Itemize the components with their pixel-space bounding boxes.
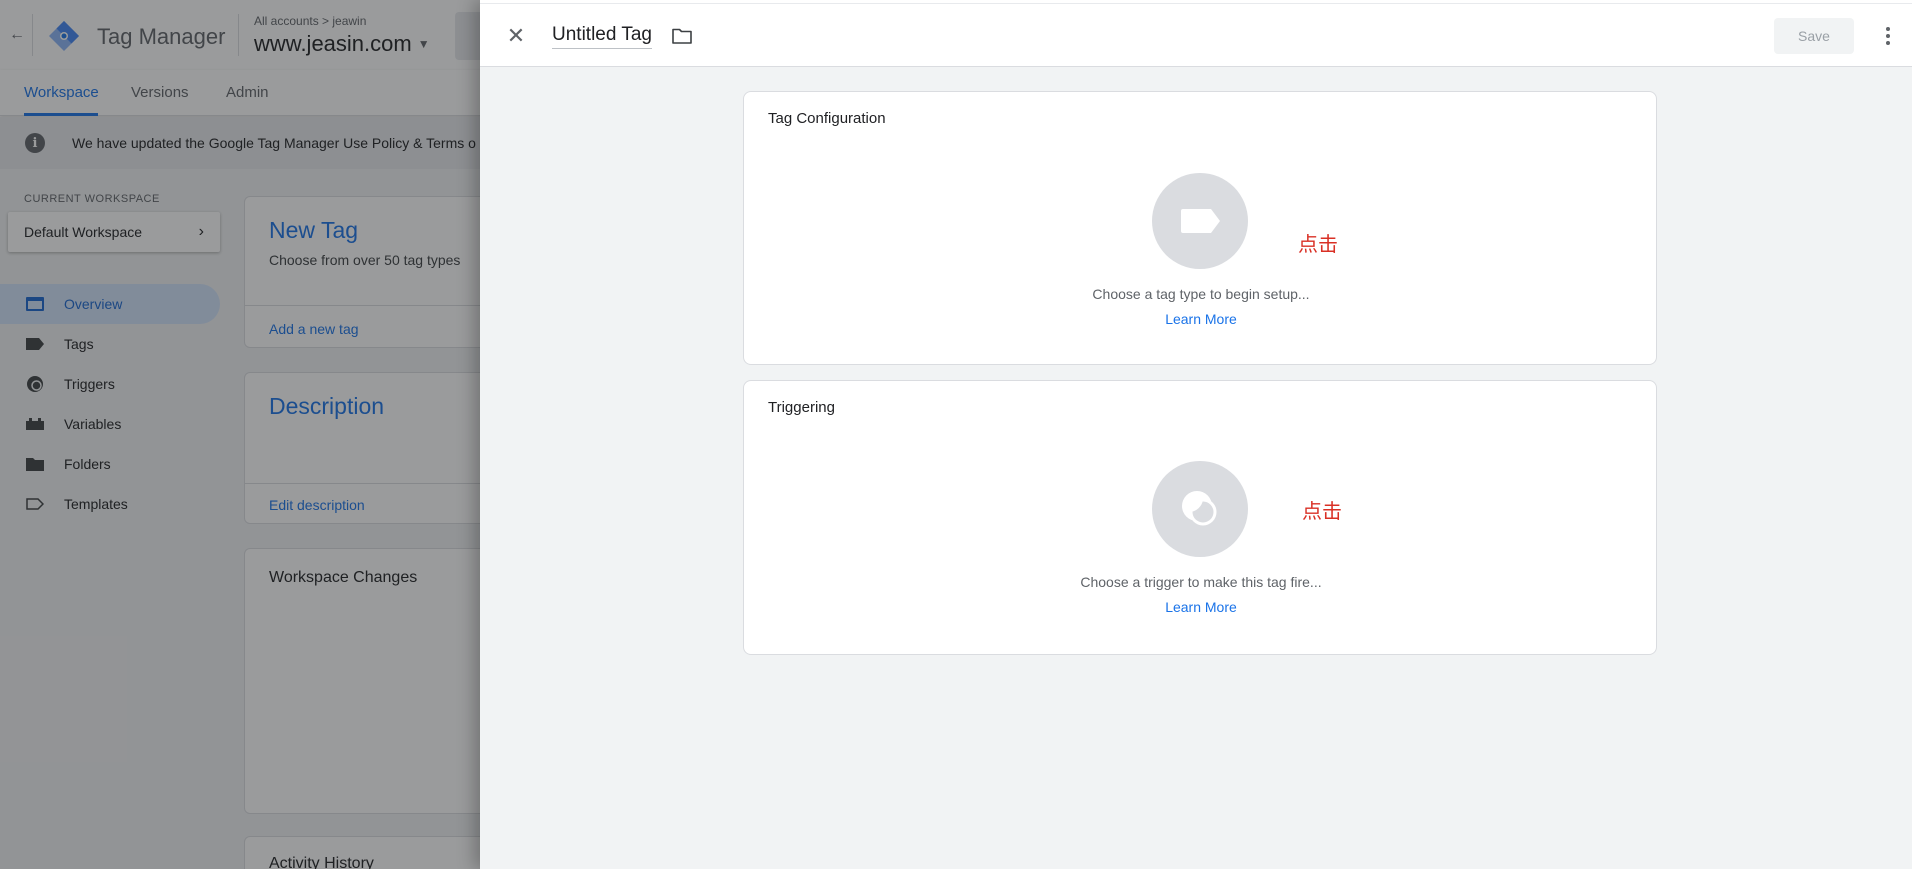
triggering-card[interactable]: Triggering 点击 Choose a trigger to make t… — [743, 380, 1657, 655]
learn-more-link[interactable]: Learn More — [744, 311, 1658, 327]
learn-more-link[interactable]: Learn More — [744, 599, 1658, 615]
trigger-hint: Choose a trigger to make this tag fire..… — [1080, 574, 1322, 590]
tag-editor-sheet: ✕ Untitled Tag Save Tag Configuration 点击… — [480, 0, 1912, 869]
click-annotation: 点击 — [1302, 499, 1342, 523]
folder-icon[interactable] — [671, 26, 693, 46]
click-annotation: 点击 — [1298, 232, 1338, 256]
triggering-title: Triggering — [768, 399, 835, 416]
tag-name-input[interactable]: Untitled Tag — [552, 24, 652, 49]
save-button[interactable]: Save — [1774, 18, 1854, 54]
close-icon[interactable]: ✕ — [504, 23, 528, 48]
choose-tag-type-button[interactable] — [1152, 173, 1248, 269]
more-vert-icon[interactable] — [1876, 24, 1900, 48]
choose-trigger-button[interactable] — [1152, 461, 1248, 557]
tag-type-hint: Choose a tag type to begin setup... — [1092, 286, 1310, 302]
tag-configuration-title: Tag Configuration — [768, 110, 886, 127]
tag-icon — [1181, 209, 1220, 233]
modal-scrim[interactable] — [0, 0, 480, 869]
sheet-header: ✕ Untitled Tag Save — [480, 4, 1912, 67]
tag-configuration-card[interactable]: Tag Configuration 点击 Choose a tag type t… — [743, 91, 1657, 365]
trigger-icon — [1182, 491, 1217, 526]
